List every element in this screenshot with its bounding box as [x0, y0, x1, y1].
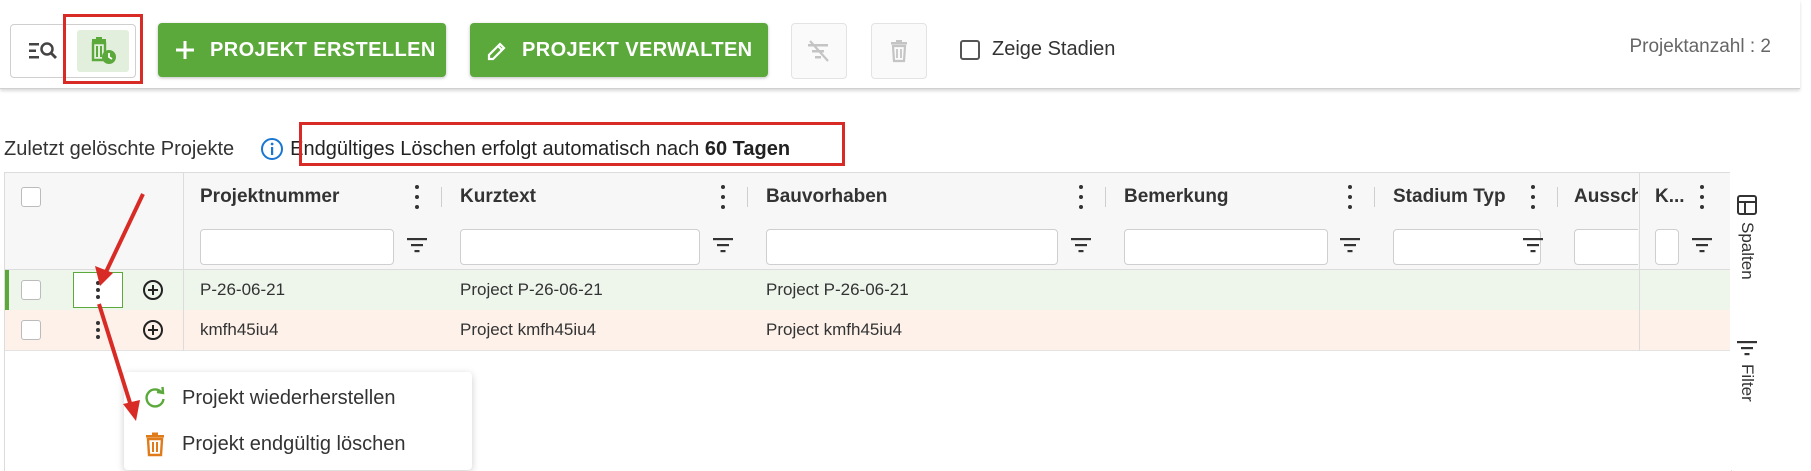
column-divider [183, 173, 184, 351]
column-separator[interactable] [1105, 187, 1106, 207]
column-separator[interactable] [747, 187, 748, 207]
delete-forever-label: Projekt endgültig löschen [182, 432, 406, 455]
pencil-icon [487, 42, 506, 61]
row-actions-button[interactable] [73, 272, 123, 308]
info-icon [261, 138, 284, 160]
column-header-bauvorhaben[interactable]: Bauvorhaben [766, 173, 887, 221]
delete-forever-menu-item[interactable]: Projekt endgültig löschen [142, 431, 405, 457]
filter-input-projektnummer[interactable] [200, 229, 394, 265]
column-menu-icon[interactable] [1347, 185, 1353, 209]
grid-side-bar: Spalten Filter [1730, 172, 1770, 470]
filter-icon[interactable] [1070, 235, 1092, 255]
show-stages-label: Zeige Stadien [992, 38, 1116, 60]
column-menu-icon[interactable] [1699, 185, 1705, 209]
column-header-kurztext[interactable]: Kurztext [460, 173, 536, 221]
filter-icon[interactable] [1339, 235, 1361, 255]
column-menu-icon[interactable] [1078, 185, 1084, 209]
cell-kurztext: Project P-26-06-21 [460, 280, 603, 299]
column-separator[interactable] [1557, 187, 1558, 207]
create-project-label: PROJEKT ERSTELLEN [210, 38, 436, 61]
cell-projektnummer: P-26-06-21 [200, 280, 286, 299]
grid-filter-row [5, 221, 1731, 270]
restore-icon [145, 386, 165, 408]
toolbar: PROJEKT ERSTELLEN PROJEKT VERWALTEN Zeig… [0, 0, 1800, 89]
table-row[interactable]: kmfh45iu4 Project kmfh45iu4 Project kmfh… [5, 310, 1731, 351]
row-checkbox[interactable] [21, 320, 41, 340]
filter-panel-tab[interactable]: Filter [1736, 338, 1758, 402]
search-list-toggle[interactable] [17, 30, 69, 72]
plus-icon [176, 41, 194, 59]
show-stages-toggle[interactable]: Zeige Stadien [960, 38, 1115, 61]
column-header-projektnummer[interactable]: Projektnummer [200, 173, 339, 221]
filter-panel-label: Filter [1738, 364, 1757, 402]
row-checkbox[interactable] [21, 280, 41, 300]
row-context-menu: Projekt wiederherstellen Projekt endgült… [124, 372, 472, 470]
add-circle-icon[interactable] [142, 279, 164, 301]
filter-input-bemerkung[interactable] [1124, 229, 1328, 265]
column-header-aussch[interactable]: Aussch [1574, 173, 1638, 221]
trash-icon [891, 40, 907, 63]
columns-panel-tab[interactable]: Spalten [1736, 194, 1758, 280]
manage-project-label: PROJEKT VERWALTEN [522, 38, 753, 61]
filter-off-icon [808, 40, 829, 62]
section-title: Zuletzt gelöschte Projekte [4, 137, 235, 160]
delete-button[interactable] [871, 23, 927, 79]
column-header-k[interactable]: K... [1655, 173, 1685, 221]
filter-icon [1737, 341, 1757, 356]
filter-icon[interactable] [1522, 235, 1544, 255]
cell-bauvorhaben: Project kmfh45iu4 [766, 320, 903, 339]
columns-panel-label: Spalten [1738, 222, 1757, 280]
more-vertical-icon [95, 281, 101, 299]
table-row[interactable]: P-26-06-21 Project P-26-06-21 Project P-… [5, 270, 1731, 311]
more-vertical-icon [95, 321, 101, 339]
columns-icon [1737, 195, 1757, 215]
search-list-icon [29, 42, 57, 59]
column-header-bemerkung[interactable]: Bemerkung [1124, 173, 1229, 221]
project-count: Projektanzahl : 2 [1629, 36, 1771, 57]
highlight-auto-delete-notice [299, 122, 845, 166]
delete-forever-icon [146, 432, 164, 457]
create-project-button[interactable]: PROJEKT ERSTELLEN [158, 23, 446, 77]
restore-project-label: Projekt wiederherstellen [182, 386, 396, 409]
filter-input-stadium-typ[interactable] [1393, 229, 1541, 265]
cell-kurztext: Project kmfh45iu4 [460, 320, 597, 339]
row-actions-button[interactable] [73, 312, 123, 348]
restore-project-menu-item[interactable]: Projekt wiederherstellen [142, 385, 395, 411]
filter-input-k[interactable] [1655, 229, 1679, 265]
filter-icon[interactable] [406, 235, 428, 255]
column-divider [1639, 173, 1640, 351]
manage-project-button[interactable]: PROJEKT VERWALTEN [470, 23, 768, 77]
column-header-stadium-typ[interactable]: Stadium Typ [1393, 173, 1506, 221]
selected-row-indicator [5, 270, 9, 310]
filter-icon[interactable] [1691, 235, 1713, 255]
cell-bauvorhaben: Project P-26-06-21 [766, 280, 909, 299]
cell-projektnummer: kmfh45iu4 [200, 320, 279, 339]
show-stages-checkbox[interactable] [960, 39, 980, 60]
select-all-checkbox[interactable] [21, 187, 41, 207]
column-menu-icon[interactable] [1530, 185, 1536, 209]
grid-header-row: Projektnummer Kurztext Bauvorhaben Bemer… [5, 173, 1731, 222]
filter-input-aussch[interactable] [1574, 229, 1638, 265]
filter-icon[interactable] [712, 235, 734, 255]
column-menu-icon[interactable] [414, 185, 420, 209]
column-separator[interactable] [441, 187, 442, 207]
filter-input-kurztext[interactable] [460, 229, 700, 265]
column-menu-icon[interactable] [720, 185, 726, 209]
add-circle-icon[interactable] [142, 319, 164, 341]
highlight-deleted-toggle [63, 14, 143, 84]
filter-input-bauvorhaben[interactable] [766, 229, 1058, 265]
clear-filter-button[interactable] [791, 23, 847, 79]
column-separator[interactable] [1374, 187, 1375, 207]
